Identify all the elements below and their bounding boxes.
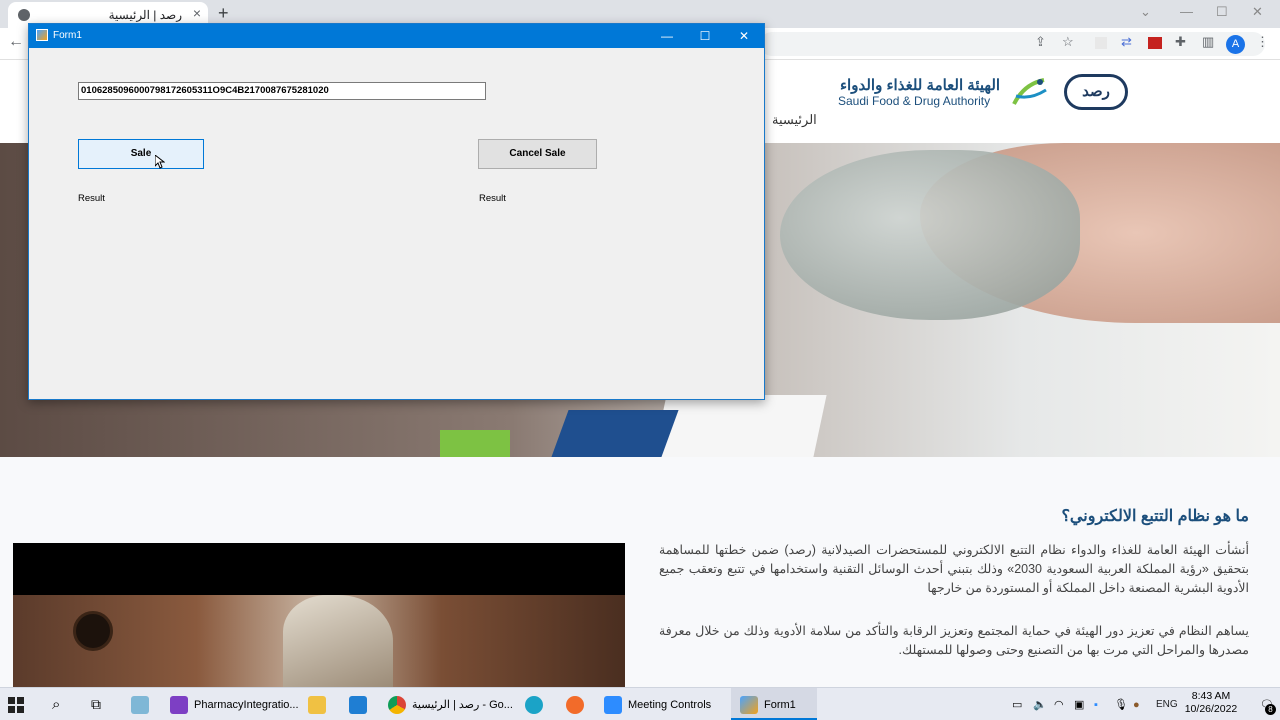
network-icon[interactable]: ◠: [1054, 688, 1064, 720]
chrome-minimize-icon[interactable]: —: [1180, 4, 1193, 19]
sale-result-label: Result: [78, 193, 105, 204]
section-title: ما هو نظام التتبع الالكتروني؟: [1061, 508, 1249, 525]
taskbar-chrome[interactable]: رصد | الرئيسية - Go...: [388, 688, 513, 720]
system-clock[interactable]: 8:43 AM 10/26/2022: [1183, 690, 1239, 716]
tab-title: رصد | الرئيسية: [108, 8, 182, 22]
notification-count-badge: 8: [1265, 704, 1276, 715]
intro-paragraph: أنشأت الهيئة العامة للغذاء والدواء نظام …: [659, 543, 1249, 595]
form-maximize-button[interactable]: ☐: [686, 26, 724, 46]
chrome-chevron-icon[interactable]: ⌄: [1140, 4, 1151, 20]
windows-start-icon[interactable]: [8, 688, 32, 720]
visual-studio-icon: [170, 695, 188, 714]
back-arrow-icon[interactable]: ←: [8, 33, 24, 51]
sale-button[interactable]: Sale: [78, 139, 204, 169]
nav-home-link[interactable]: الرئيسية: [772, 112, 817, 128]
address-bar[interactable]: [760, 32, 1265, 56]
barcode-input[interactable]: 0106285096000798172605311O9C4B2170087675…: [78, 82, 486, 100]
taskbar-item-label: Form1: [764, 698, 796, 711]
purpose-paragraph: يساهم النظام في تعزيز دور الهيئة في حماي…: [659, 624, 1249, 657]
app-orange-icon[interactable]: [566, 688, 590, 720]
sfda-logo-arabic: الهيئة العامة للغذاء والدواء: [840, 77, 1001, 94]
bookmark-star-icon[interactable]: ☆: [1062, 34, 1074, 50]
new-tab-button[interactable]: +: [218, 3, 229, 24]
tab-close-icon[interactable]: ×: [193, 5, 201, 21]
cancel-sale-button[interactable]: Cancel Sale: [478, 139, 597, 169]
mouse-cursor-icon: [155, 155, 165, 169]
battery-icon[interactable]: ▭: [1012, 688, 1022, 720]
clock-date: 10/26/2022: [1184, 703, 1238, 715]
chrome-maximize-icon[interactable]: ☐: [1216, 4, 1228, 20]
rsd-logo: رصد: [1064, 74, 1128, 110]
barcode-scanner-image: [780, 150, 1080, 320]
form1-titlebar[interactable]: Form1 — ☐ ✕: [29, 24, 764, 48]
windows-taskbar: ⌕ ⧉ PharmacyIntegratio... رصد | الرئيسية…: [0, 687, 1280, 720]
taskbar-zoom-meeting[interactable]: Meeting Controls: [604, 688, 722, 720]
sfda-logo-icon: [1012, 78, 1047, 105]
hero-box-image: [653, 395, 827, 457]
tray-app-icon[interactable]: ▣: [1074, 688, 1084, 720]
video-cloth-image: [283, 595, 393, 687]
search-icon[interactable]: ⌕: [52, 688, 60, 720]
form-title: Form1: [53, 30, 82, 41]
video-player[interactable]: [13, 543, 625, 687]
form-app-icon: [36, 29, 48, 41]
weather-icon[interactable]: ●: [1133, 688, 1140, 720]
chrome-icon: [388, 695, 406, 714]
form1-window: Form1 — ☐ ✕ 0106285096000798172605311O9C…: [28, 23, 765, 400]
chrome-menu-icon[interactable]: ⋮: [1256, 34, 1269, 50]
volume-icon[interactable]: 🔈: [1033, 688, 1047, 720]
chrome-close-icon[interactable]: ✕: [1252, 4, 1263, 20]
share-icon[interactable]: ⇪: [1035, 34, 1046, 50]
form-minimize-button[interactable]: —: [648, 26, 686, 46]
taskbar-item-label: Meeting Controls: [628, 698, 712, 711]
globe-icon: [18, 9, 30, 21]
vscode-icon[interactable]: [349, 688, 373, 720]
zoom-tray-icon[interactable]: ▪: [1094, 688, 1098, 720]
task-view-icon[interactable]: ⧉: [91, 688, 101, 720]
edge-icon[interactable]: [525, 688, 549, 720]
hero-blue-box-image: [551, 410, 679, 457]
language-indicator[interactable]: ENG: [1156, 699, 1178, 710]
form-close-button[interactable]: ✕: [725, 26, 763, 46]
zoom-icon: [604, 695, 622, 714]
taskbar-item-label: رصد | الرئيسية - Go...: [412, 699, 513, 711]
microphone-icon[interactable]: 🎙: [1114, 688, 1128, 720]
file-explorer-icon[interactable]: [308, 688, 332, 720]
extension-blank-icon[interactable]: [1095, 37, 1107, 49]
hero-green-box-image: [440, 430, 510, 457]
clock-time: 8:43 AM: [1191, 690, 1231, 702]
translate-extension-icon[interactable]: ⇄: [1121, 34, 1132, 50]
red-extension-icon[interactable]: [1148, 37, 1162, 49]
form-app-icon: [740, 695, 758, 714]
taskbar-visual-studio[interactable]: PharmacyIntegratio...: [170, 688, 299, 720]
taskbar-form1[interactable]: Form1: [731, 688, 817, 720]
cancel-result-label: Result: [479, 193, 506, 204]
profile-avatar[interactable]: A: [1226, 35, 1245, 54]
notepad-app-icon[interactable]: [131, 688, 155, 720]
video-eye-image: [73, 611, 113, 651]
extensions-puzzle-icon[interactable]: ✚: [1175, 34, 1186, 50]
taskbar-item-label: PharmacyIntegratio...: [194, 698, 299, 711]
side-panel-icon[interactable]: ▥: [1202, 34, 1214, 50]
sfda-logo-english: Saudi Food & Drug Authority: [838, 94, 991, 108]
